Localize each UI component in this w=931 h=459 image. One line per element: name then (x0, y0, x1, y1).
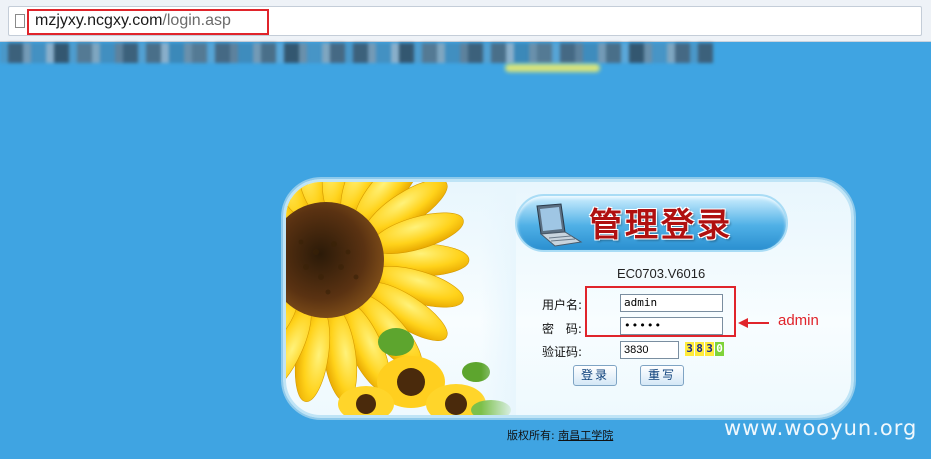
blurred-block (284, 43, 299, 63)
arrow-left-icon (738, 318, 769, 328)
blurred-block (46, 43, 54, 63)
blurred-block (54, 43, 69, 63)
sunflower-image (286, 182, 516, 415)
blurred-block (514, 43, 529, 63)
blurred-block (445, 43, 460, 63)
browser-toolbar: mzjyxy.ncgxy.com/login.asp (0, 0, 931, 42)
url-text[interactable]: mzjyxy.ncgxy.com/login.asp (35, 11, 231, 31)
blurred-block (215, 43, 230, 63)
title-banner: 管理登录 (515, 194, 788, 252)
blurred-block (276, 43, 284, 63)
credentials-highlight-box (585, 286, 736, 337)
blurred-block (606, 43, 621, 63)
reset-button[interactable]: 重写 (640, 365, 684, 386)
blurred-block (552, 43, 560, 63)
blurred-block (353, 43, 368, 63)
captcha-char: 3 (705, 342, 714, 356)
blurred-block (644, 43, 652, 63)
blurred-block (253, 43, 261, 63)
blurred-block (399, 43, 414, 63)
blurred-block (238, 43, 253, 63)
blurred-block (598, 43, 606, 63)
laptop-icon (536, 203, 583, 247)
blurred-block (92, 43, 100, 63)
blurred-block (138, 43, 146, 63)
blurred-block (230, 43, 238, 63)
blurred-block (169, 43, 184, 63)
blurred-block (77, 43, 92, 63)
captcha-char: 8 (695, 342, 704, 356)
blurred-bookmarks-bar (0, 38, 931, 66)
url-host: mzjyxy.ncgxy.com (35, 12, 163, 29)
blurred-block (491, 43, 506, 63)
blurred-block (322, 43, 330, 63)
blurred-block (422, 43, 437, 63)
blurred-block (506, 43, 514, 63)
blurred-block (184, 43, 192, 63)
page-title: 管理登录 (589, 205, 733, 244)
blurred-block (690, 43, 698, 63)
page-icon (15, 14, 25, 28)
blurred-block (368, 43, 376, 63)
blurred-block (115, 43, 123, 63)
blurred-block (698, 43, 713, 63)
blurred-block (468, 43, 483, 63)
blurred-block (69, 43, 77, 63)
blurred-block (146, 43, 161, 63)
blurred-block (414, 43, 422, 63)
blurred-block (529, 43, 537, 63)
blurred-block (345, 43, 353, 63)
version-text: EC0703.V6016 (617, 266, 706, 281)
blurred-block (299, 43, 307, 63)
blurred-block (391, 43, 399, 63)
captcha-label: 验证码: (542, 345, 583, 359)
password-label: 密 码: (542, 322, 582, 336)
blurred-accent (505, 64, 600, 72)
blurred-block (376, 43, 391, 63)
blurred-block (0, 43, 8, 63)
blurred-block (307, 43, 322, 63)
captcha-char: 0 (715, 342, 724, 356)
blurred-block (31, 43, 46, 63)
blurred-block (483, 43, 491, 63)
captcha-char: 3 (685, 342, 694, 356)
blurred-block (460, 43, 468, 63)
copyright-label: 版权所有: (507, 429, 555, 442)
blurred-block (123, 43, 138, 63)
address-bar[interactable]: mzjyxy.ncgxy.com/login.asp (8, 6, 922, 36)
blurred-block (583, 43, 598, 63)
captcha-image[interactable]: 3 8 3 0 (685, 342, 725, 356)
blurred-block (330, 43, 345, 63)
login-button[interactable]: 登录 (573, 365, 617, 386)
login-panel: 管理登录 EC0703.V6016 用户名: 密 码: 验证码: admin •… (283, 179, 854, 418)
blurred-block (675, 43, 690, 63)
blurred-block (437, 43, 445, 63)
blurred-block (621, 43, 629, 63)
blurred-block (100, 43, 115, 63)
captcha-input[interactable]: 3830 (620, 341, 679, 359)
blurred-block (667, 43, 675, 63)
blurred-block (23, 43, 31, 63)
blurred-block (161, 43, 169, 63)
blurred-block (207, 43, 215, 63)
blurred-block (261, 43, 276, 63)
blurred-block (192, 43, 207, 63)
url-path: /login.asp (162, 12, 231, 29)
blurred-block (560, 43, 575, 63)
annotation-text: admin (778, 312, 819, 329)
org-link[interactable]: 南昌工学院 (558, 429, 613, 442)
blurred-block (537, 43, 552, 63)
blurred-block (629, 43, 644, 63)
blurred-block (652, 43, 667, 63)
watermark: www.wooyun.org (724, 416, 918, 440)
blurred-block (8, 43, 23, 63)
footer: 版权所有: 南昌工学院 (507, 427, 613, 443)
blurred-block (575, 43, 583, 63)
username-label: 用户名: (542, 298, 583, 312)
